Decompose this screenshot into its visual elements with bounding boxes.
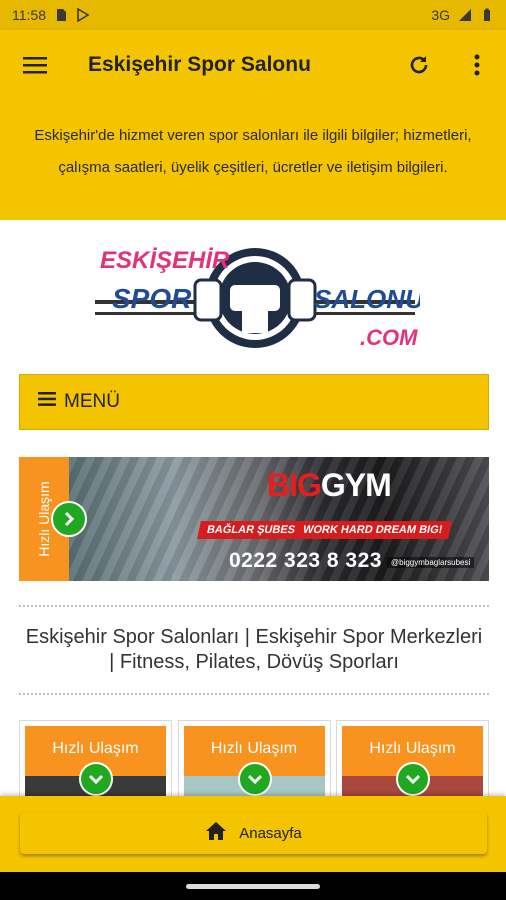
- quick-access-card[interactable]: Hızlı Ulaşım: [177, 720, 331, 800]
- status-bar: 11:58 3G: [0, 0, 506, 30]
- banner-image: BIGGYM BAĞLAR ŞUBESİ WORK HARD DREAM BIG…: [69, 457, 489, 581]
- banner-slogan-tag: WORK HARD DREAM BIG!: [293, 521, 453, 539]
- gym-banner[interactable]: Hızlı Ulaşım BIGGYM BAĞLAR ŞUBESİ WORK H…: [19, 457, 489, 581]
- banner-branch-tag: BAĞLAR ŞUBESİ: [197, 521, 308, 539]
- network-type: 3G: [431, 7, 450, 23]
- quick-access-card[interactable]: Hızlı Ulaşım: [19, 720, 172, 800]
- battery-icon: [480, 8, 494, 22]
- home-gesture-handle[interactable]: [186, 884, 320, 889]
- status-time: 11:58: [12, 7, 46, 23]
- bottom-bar: Anasayfa: [0, 796, 506, 872]
- logo-line3: .COM: [360, 325, 418, 350]
- home-button[interactable]: Anasayfa: [20, 812, 487, 854]
- banner-side-label: Hızlı Ulaşım: [36, 481, 52, 557]
- logo-line2-right: SALONU: [314, 284, 420, 314]
- app-bar: Eskişehir Spor Salonu: [0, 30, 506, 100]
- home-icon: [205, 821, 227, 845]
- page-title: Eskişehir Spor Salonu: [88, 53, 311, 76]
- menu-icon[interactable]: [0, 30, 70, 100]
- sim-card-icon: [54, 8, 68, 22]
- chevron-right-icon[interactable]: [51, 501, 87, 537]
- menu-label: MENÜ: [64, 391, 120, 412]
- more-vert-icon[interactable]: [448, 30, 506, 100]
- section-title: Eskişehir Spor Salonları | Eskişehir Spo…: [25, 626, 483, 673]
- section-heading: Eskişehir Spor Salonları | Eskişehir Spo…: [19, 605, 489, 695]
- banner-handle: @biggymbaglarsubesi: [387, 557, 475, 568]
- play-store-icon: [76, 7, 90, 23]
- quick-access-cards: Hızlı Ulaşım Hızlı Ulaşım Hızlı Ulaşım: [19, 720, 489, 800]
- site-logo[interactable]: ESKİŞEHİR SPOR SALONU .COM: [90, 240, 425, 355]
- menu-button[interactable]: MENÜ: [19, 374, 489, 430]
- chevron-down-icon[interactable]: [79, 762, 113, 796]
- intro-text: Eskişehir'de hizmet veren spor salonları…: [0, 100, 506, 220]
- home-label: Anasayfa: [239, 824, 302, 842]
- menu-bars-icon: [38, 391, 56, 413]
- chevron-down-icon[interactable]: [237, 762, 272, 796]
- signal-icon: [458, 8, 472, 22]
- refresh-icon[interactable]: [390, 30, 448, 100]
- quick-access-card[interactable]: Hızlı Ulaşım: [336, 720, 489, 800]
- logo-line1: ESKİŞEHİR: [100, 247, 230, 274]
- system-nav-bar: [0, 872, 506, 900]
- banner-phone: 0222 323 8 323: [229, 549, 382, 572]
- banner-brand: BIGGYM: [267, 467, 392, 503]
- logo-line2-left: SPOR: [112, 283, 192, 314]
- chevron-down-icon[interactable]: [396, 762, 430, 796]
